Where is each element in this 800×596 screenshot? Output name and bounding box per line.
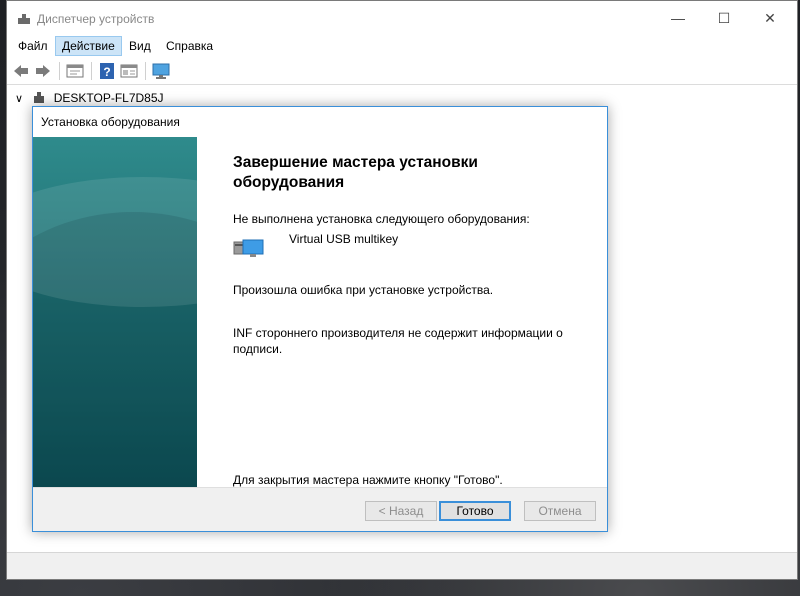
window-title: Диспетчер устройств <box>37 12 155 26</box>
dialog-footer: < Назад Готово Отмена <box>33 487 607 531</box>
properties-icon[interactable] <box>65 61 85 81</box>
menu-file[interactable]: Файл <box>12 37 54 55</box>
svg-text:?: ? <box>103 65 110 79</box>
toolbar: ? <box>7 58 797 85</box>
toolbar-separator <box>59 62 60 80</box>
back-button[interactable]: < Назад <box>365 501 437 521</box>
dialog-title: Установка оборудования <box>41 115 180 129</box>
help-icon[interactable]: ? <box>97 61 117 81</box>
wizard-heading: Завершение мастера установки оборудовани… <box>233 154 478 191</box>
status-bar <box>7 552 797 579</box>
forward-arrow-icon[interactable] <box>33 61 53 81</box>
minimize-button[interactable]: — <box>655 5 701 31</box>
expand-chevron-icon[interactable]: ∨ <box>15 90 29 108</box>
menu-view[interactable]: Вид <box>123 37 157 55</box>
toolbar-separator <box>145 62 146 80</box>
computer-name: DESKTOP-FL7D85J <box>53 91 164 105</box>
menu-help[interactable]: Справка <box>160 37 219 55</box>
hardware-wizard-dialog: Установка оборудования Завершение мастер… <box>32 106 608 532</box>
details-icon[interactable] <box>119 61 139 81</box>
not-installed-text: Не выполнена установка следующего оборуд… <box>233 212 530 226</box>
banner-shape <box>33 177 197 307</box>
detail-text: INF стороннего производителя не содержит… <box>233 326 563 356</box>
cancel-button[interactable]: Отмена <box>524 501 596 521</box>
close-hint-text: Для закрытия мастера нажмите кнопку "Гот… <box>233 473 503 487</box>
wizard-content: Завершение мастера установки оборудовани… <box>233 137 603 487</box>
maximize-button[interactable]: ☐ <box>701 5 747 31</box>
monitor-icon[interactable] <box>151 61 171 81</box>
wizard-side-banner <box>33 137 197 487</box>
tree-root-node[interactable]: ∨ DESKTOP-FL7D85J <box>15 89 164 107</box>
computer-icon <box>34 92 45 103</box>
finish-button[interactable]: Готово <box>439 501 511 521</box>
close-button[interactable]: ✕ <box>747 5 793 31</box>
error-text: Произошла ошибка при установке устройств… <box>233 283 494 297</box>
menu-action[interactable]: Действие <box>55 36 122 56</box>
toolbar-separator <box>91 62 92 80</box>
menu-bar: Файл Действие Вид Справка <box>7 35 797 57</box>
device-manager-icon <box>18 14 30 24</box>
title-bar[interactable]: Диспетчер устройств — ☐ ✕ <box>7 1 797 35</box>
usb-device-icon <box>233 239 264 257</box>
device-name: Virtual USB multikey <box>289 232 399 246</box>
back-arrow-icon[interactable] <box>11 61 31 81</box>
